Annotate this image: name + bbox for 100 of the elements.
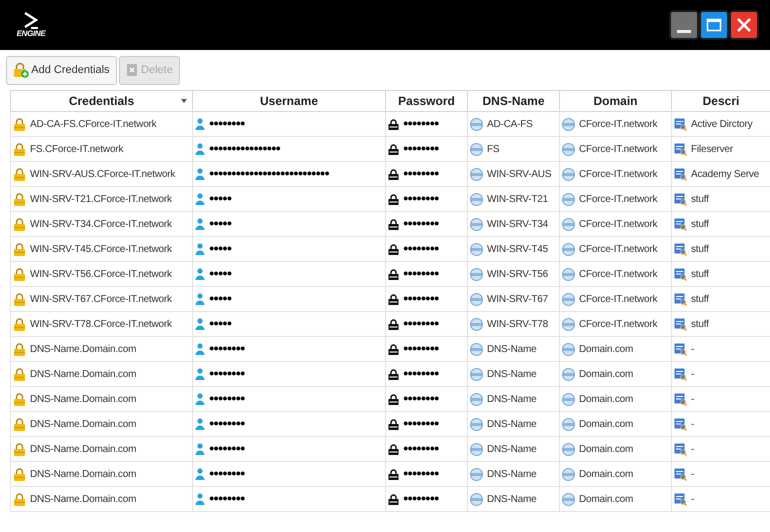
note-icon	[674, 142, 687, 156]
masked-username: ●●●●●●●●	[209, 117, 244, 130]
globe-icon	[562, 392, 575, 406]
padlock-icon	[388, 418, 399, 430]
domain-name: Domain.com	[579, 368, 634, 382]
masked-username: ●●●●●●●●	[209, 417, 244, 430]
globe-icon	[470, 342, 483, 356]
globe-icon	[470, 292, 483, 306]
close-button[interactable]	[729, 10, 759, 40]
padlock-icon	[13, 192, 26, 206]
note-icon	[674, 168, 687, 180]
description-text: stuff	[691, 318, 709, 332]
note-icon	[674, 392, 687, 406]
masked-password: ●●●●●●●●	[403, 417, 438, 430]
globe-icon	[470, 168, 483, 180]
dns-name: DNS-Name	[487, 392, 537, 406]
credential-name: DNS-Name.Domain.com	[30, 342, 136, 356]
globe-icon	[562, 468, 575, 480]
minimize-button[interactable]	[669, 10, 699, 40]
masked-username: ●●●●●	[209, 217, 232, 230]
domain-name: Domain.com	[579, 442, 634, 456]
credential-name: DNS-Name.Domain.com	[30, 368, 136, 382]
padlock-icon	[13, 168, 26, 180]
masked-password: ●●●●●●●●	[403, 342, 438, 356]
dns-name: WIN-SRV-T45	[487, 242, 548, 256]
user-icon	[195, 393, 205, 405]
globe-icon	[470, 242, 483, 256]
padlock-icon	[13, 268, 26, 280]
padlock-icon	[388, 168, 399, 180]
padlock-icon	[13, 318, 26, 330]
credential-name: WIN-SRV-T21.CForce-IT.network	[30, 192, 172, 206]
globe-icon	[470, 142, 483, 156]
masked-username: ●●●●●●●●●●●●●●●●	[209, 142, 280, 156]
dns-name: WIN-SRV-T78	[487, 318, 548, 332]
description-text: stuff	[691, 242, 709, 256]
globe-icon	[562, 442, 575, 456]
masked-password: ●●●●●●●●	[403, 142, 438, 156]
note-icon	[674, 192, 687, 206]
padlock-icon	[13, 342, 26, 356]
credential-name: DNS-Name.Domain.com	[30, 418, 136, 432]
masked-username: ●●●●●	[209, 317, 232, 330]
domain-name: CForce-IT.network	[579, 292, 658, 306]
note-icon	[674, 292, 687, 306]
globe-icon	[562, 368, 575, 380]
globe-icon	[470, 442, 483, 456]
description-text: -	[691, 418, 694, 432]
masked-username: ●●●●●	[209, 192, 232, 206]
masked-password: ●●●●●●●●	[403, 217, 438, 230]
masked-password: ●●●●●●●●	[403, 442, 438, 456]
dns-name: AD-CA-FS	[487, 118, 533, 132]
domain-name: CForce-IT.network	[579, 192, 658, 206]
note-icon	[674, 242, 687, 256]
credential-name: FS.CForce-IT.network	[30, 142, 124, 156]
user-icon	[195, 493, 205, 505]
globe-icon	[470, 318, 483, 330]
user-icon	[195, 243, 205, 255]
masked-password: ●●●●●●●●	[403, 317, 438, 330]
dns-name: WIN-SRV-T56	[487, 268, 548, 282]
column-header[interactable]: Credentials	[10, 90, 192, 112]
note-icon	[674, 418, 687, 430]
minimize-icon	[677, 30, 691, 33]
globe-icon	[562, 268, 575, 280]
globe-icon	[562, 318, 575, 330]
masked-password: ●●●●●●●●	[403, 367, 438, 380]
masked-username: ●●●●●●●●	[209, 467, 244, 480]
credential-name: WIN-SRV-T45.CForce-IT.network	[30, 242, 172, 256]
dns-name: DNS-Name	[487, 442, 537, 456]
description-text: -	[691, 492, 694, 506]
credential-name: WIN-SRV-T67.CForce-IT.network	[30, 292, 172, 306]
add-button[interactable]: Add Credentials	[6, 56, 117, 84]
dns-name: WIN-SRV-T34	[487, 218, 548, 232]
dns-name: DNS-Name	[487, 468, 537, 482]
padlock-icon	[13, 368, 26, 380]
column-header[interactable]: Username	[192, 90, 386, 112]
column-header[interactable]: Descri	[672, 90, 770, 112]
column-header[interactable]: DNS-Name	[468, 90, 560, 112]
padlock-icon	[13, 218, 26, 230]
masked-username: ●●●●●●●●●●●●●●●●●●●●●●●●●●●	[209, 167, 329, 180]
masked-password: ●●●●●●●●	[403, 467, 438, 480]
globe-icon	[470, 468, 483, 480]
masked-password: ●●●●●●●●	[403, 292, 438, 306]
column-header[interactable]: Password	[386, 90, 468, 112]
globe-icon	[470, 492, 483, 506]
column-header[interactable]: Domain	[560, 90, 672, 112]
trash-icon	[126, 63, 138, 77]
domain-name: CForce-IT.network	[579, 118, 658, 132]
masked-username: ●●●●●●●●	[209, 342, 244, 356]
note-icon	[674, 218, 687, 230]
user-icon	[195, 193, 205, 205]
masked-password: ●●●●●●●●	[403, 242, 438, 256]
credential-name: AD-CA-FS.CForce-IT.network	[30, 118, 156, 132]
padlock-icon	[388, 344, 399, 354]
masked-username: ●●●●●●●●	[209, 367, 244, 380]
close-icon	[736, 17, 752, 33]
domain-name: CForce-IT.network	[579, 268, 658, 282]
maximize-button[interactable]	[699, 10, 729, 40]
padlock-icon	[388, 118, 399, 130]
padlock-icon	[388, 218, 399, 230]
masked-username: ●●●●●	[209, 292, 232, 306]
globe-icon	[562, 418, 575, 430]
